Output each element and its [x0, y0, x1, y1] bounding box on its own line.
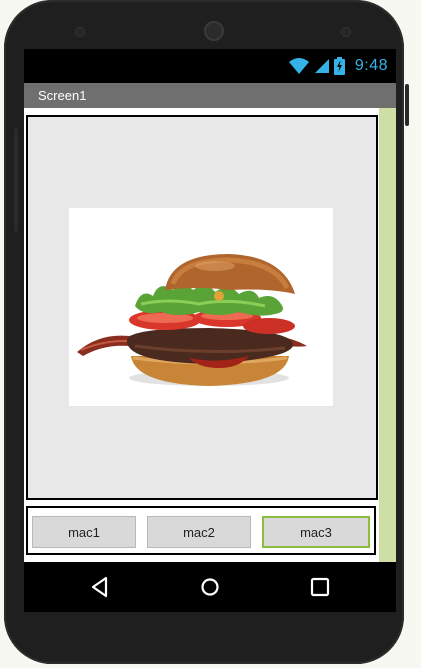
volume-button	[14, 128, 18, 232]
device-screen: 9:48 Screen1 mac1 mac2 mac3	[24, 49, 396, 612]
battery-icon	[333, 57, 345, 75]
speaker-dot-left	[75, 27, 85, 37]
front-camera	[204, 21, 224, 41]
mac1-button[interactable]: mac1	[32, 516, 136, 548]
navigation-bar	[24, 562, 396, 612]
phone-frame: 9:48 Screen1 mac1 mac2 mac3	[4, 0, 409, 664]
home-icon[interactable]	[197, 574, 223, 600]
status-bar: 9:48	[24, 49, 396, 83]
button-row: mac1 mac2 mac3	[26, 506, 376, 555]
back-icon[interactable]	[87, 574, 113, 600]
screen-content: mac1 mac2 mac3	[24, 108, 396, 562]
wifi-icon	[288, 58, 309, 74]
mac3-button[interactable]: mac3	[262, 516, 370, 548]
speaker-dot-right	[341, 27, 351, 37]
status-clock: 9:48	[354, 57, 388, 74]
recents-icon[interactable]	[307, 574, 333, 600]
burger-illustration	[77, 254, 307, 386]
screen-title: Screen1	[38, 88, 87, 103]
accent-strip	[379, 108, 396, 562]
mac2-button[interactable]: mac2	[147, 516, 251, 548]
power-button	[405, 84, 409, 126]
image-container	[26, 115, 378, 500]
signal-icon	[314, 59, 329, 73]
title-bar: Screen1	[24, 83, 396, 108]
burger-image[interactable]	[69, 208, 333, 406]
